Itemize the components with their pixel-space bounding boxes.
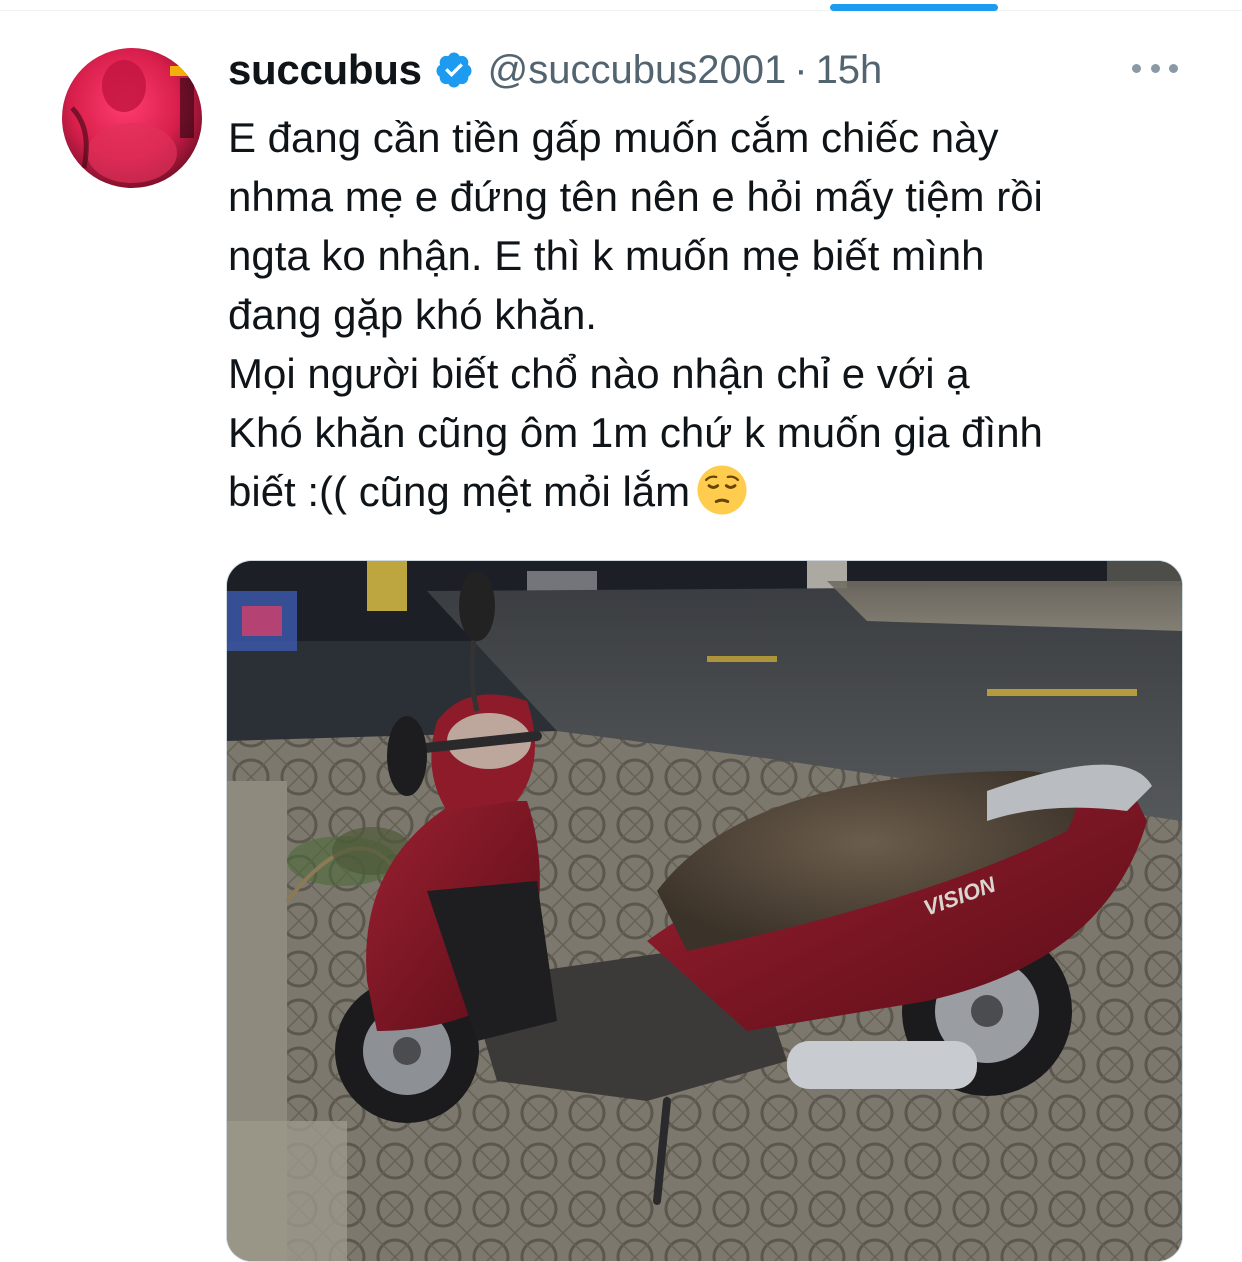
separator-dot: · (794, 47, 808, 92)
verified-badge-icon[interactable] (434, 50, 474, 90)
scooter-photo: VISION (227, 561, 1182, 1261)
tweet-text-line: nhma mẹ e đứng tên nên e hỏi mấy tiệm rồ… (228, 173, 1043, 220)
avatar-image (62, 48, 202, 188)
tweet-text-line: đang gặp khó khăn. (228, 291, 597, 338)
tweet-text-last-line: biết :(( cũng mệt mỏi lắm (228, 462, 1228, 521)
tweet-text: E đang cần tiền gấp muốn cắm chiếc này n… (228, 108, 1228, 521)
timestamp[interactable]: 15h (816, 48, 883, 93)
more-options-icon[interactable] (1132, 56, 1178, 80)
top-divider (0, 10, 1242, 11)
tweet-text-line: biết :(( cũng mệt mỏi lắm (228, 468, 691, 515)
avatar[interactable] (62, 48, 202, 188)
tweet-text-line: Mọi người biết chổ nào nhận chỉ e với ạ (228, 350, 970, 397)
author-display-name[interactable]: succubus (228, 46, 422, 94)
author-handle[interactable]: @succubus2001 (488, 48, 787, 93)
scroll-indicator (830, 4, 998, 11)
pensive-face-emoji-icon (697, 465, 747, 515)
tweet-photo[interactable]: VISION (226, 560, 1183, 1262)
tweet-text-line: ngta ko nhận. E thì k muốn mẹ biết mình (228, 232, 985, 279)
tweet-text-line: E đang cần tiền gấp muốn cắm chiếc này (228, 114, 999, 161)
tweet-header: succubus @succubus2001 · 15h (228, 44, 882, 96)
tweet-text-line: Khó khăn cũng ôm 1m chứ k muốn gia đình (228, 409, 1043, 456)
